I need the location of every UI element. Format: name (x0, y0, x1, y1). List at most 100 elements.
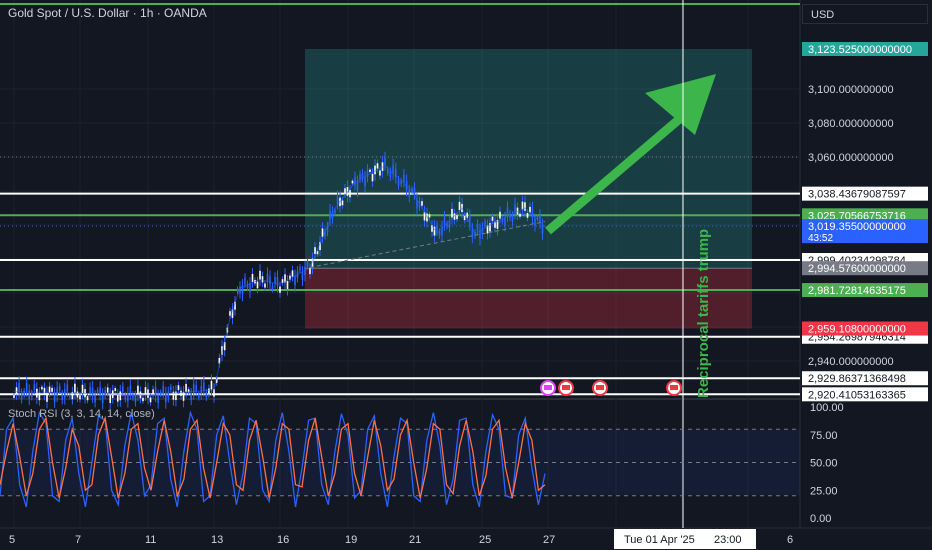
candle-body (389, 171, 392, 178)
candle-body (116, 394, 119, 402)
candle-body (251, 273, 254, 282)
candle-body (63, 389, 66, 399)
time-tick-label: 16 (277, 534, 289, 546)
candle-body (18, 383, 20, 392)
candle-body (203, 382, 205, 391)
candle-body (359, 174, 361, 180)
candle-body (306, 261, 309, 267)
candle-body (476, 224, 479, 231)
countdown-label: 43:52 (808, 233, 833, 244)
candle-body (294, 276, 296, 286)
price-tick-label: 3,100.000000000 (808, 84, 894, 96)
candle-body (210, 380, 213, 390)
candle-body (384, 157, 386, 165)
annotation-text: Reciprocal tariffs trump (695, 229, 712, 398)
candle-body (236, 288, 239, 293)
candle-body (314, 247, 316, 254)
candle-body (51, 387, 53, 392)
time-tick-label: 25 (479, 534, 491, 546)
candle-body (114, 388, 117, 391)
event-flag-stripes (562, 385, 570, 390)
candle-body (286, 281, 289, 290)
candle-body (56, 387, 58, 396)
crosshair-date-label: Tue 01 Apr '25 (624, 534, 695, 546)
rsi-tick-label: 100.00 (810, 402, 844, 414)
candle-body (129, 385, 132, 394)
candle-body (541, 225, 544, 234)
candle-body (89, 386, 91, 393)
candle-body (271, 285, 274, 290)
candle-body (147, 389, 149, 398)
loss-zone (305, 268, 752, 329)
price-tick-label: 3,060.000000000 (808, 152, 894, 164)
event-flag-stripes (544, 385, 552, 390)
candle-body (506, 207, 509, 216)
candle-body (511, 215, 514, 222)
candle-body (514, 204, 516, 213)
candle-body (76, 391, 79, 398)
rsi-tick-label: 50.00 (810, 458, 838, 470)
candle-body (208, 388, 210, 394)
candle-body (269, 276, 271, 285)
chart-title: Gold Spot / U.S. Dollar · 1h · OANDA (8, 6, 207, 20)
candle-body (259, 270, 261, 280)
level-label: 2,981.72814635175 (808, 285, 906, 297)
candle-body (334, 210, 336, 214)
candle-body (61, 394, 64, 401)
candle-body (456, 215, 458, 220)
candle-body (403, 174, 405, 183)
candle-body (66, 384, 69, 392)
candle-body (526, 213, 529, 218)
candle-body (519, 213, 521, 217)
candle-body (536, 216, 539, 219)
chart-canvas[interactable]: Reciprocal tariffs trump 3,100.000000000 3… (0, 0, 932, 550)
time-tick-label: 7 (75, 534, 81, 546)
candle-body (144, 387, 147, 395)
time-tick-label: 27 (543, 534, 555, 546)
candle-body (291, 270, 294, 277)
time-tick-label: 11 (145, 534, 156, 546)
candle-body (524, 202, 526, 211)
time-tick-label: 13 (211, 534, 223, 546)
candle-body (421, 201, 423, 206)
candle-body (244, 277, 246, 284)
candle-body (484, 221, 486, 225)
candle-body (41, 386, 43, 390)
price-tick-label: 2,940.000000000 (808, 356, 894, 368)
candle-body (149, 397, 152, 403)
candle-body (81, 384, 84, 393)
currency-selector[interactable]: USD (802, 4, 928, 24)
stoch-rsi-label: Stoch RSI (3, 3, 14, 14, close) (8, 408, 155, 420)
candle-body (96, 389, 99, 393)
candle-body (200, 385, 203, 394)
candle-body (162, 386, 165, 393)
candle-body (36, 388, 38, 398)
candle-body (443, 216, 446, 225)
candle-body (30, 392, 33, 398)
price-tick-label: 3,080.000000000 (808, 118, 894, 130)
time-tick-label: 19 (345, 534, 357, 546)
candle-body (371, 173, 374, 182)
rsi-tick-label: 25.00 (810, 485, 838, 497)
candle-body (38, 392, 41, 401)
candle-body (46, 393, 48, 402)
rsi-tick-label: 75.00 (810, 430, 838, 442)
candle-body (58, 386, 61, 391)
candle-body (351, 180, 354, 184)
candle-body (356, 181, 359, 191)
level-label: 2,929.86371368498 (808, 373, 906, 385)
candle-body (261, 276, 264, 283)
candle-body (177, 385, 180, 391)
candle-body (15, 387, 18, 395)
time-tick-label: 6 (787, 534, 793, 546)
time-tick-label: 5 (9, 534, 15, 546)
candle-body (364, 177, 366, 187)
candle-body (458, 201, 461, 211)
candle-body (374, 165, 376, 175)
candle-body (94, 395, 96, 403)
candle-body (124, 395, 127, 400)
candle-body (534, 218, 536, 227)
candle-body (190, 393, 192, 401)
candle-body (499, 211, 501, 219)
candle-body (197, 394, 200, 398)
